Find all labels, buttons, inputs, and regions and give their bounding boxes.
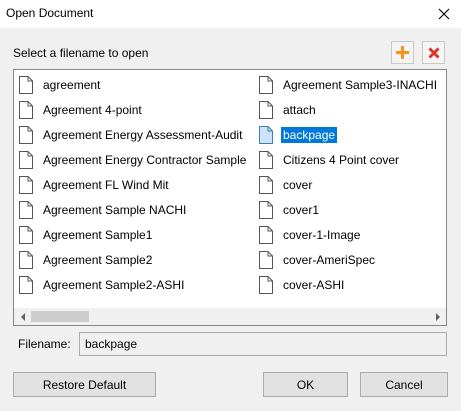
document-icon bbox=[19, 101, 33, 119]
instruction-label: Select a filename to open bbox=[13, 46, 149, 60]
document-icon bbox=[259, 176, 273, 194]
file-item[interactable]: Agreement Sample3-INACHI bbox=[259, 74, 439, 96]
file-name: Agreement Sample NACHI bbox=[43, 203, 187, 217]
document-icon bbox=[259, 201, 273, 219]
close-button[interactable] bbox=[427, 0, 461, 28]
file-item[interactable]: cover-AmeriSpec bbox=[259, 249, 377, 271]
file-name: Agreement 4-point bbox=[43, 103, 142, 117]
file-item[interactable]: Agreement FL Wind Mit bbox=[19, 174, 171, 196]
file-name: attach bbox=[283, 103, 316, 117]
document-icon bbox=[259, 126, 273, 144]
file-name: cover1 bbox=[283, 203, 320, 217]
document-icon bbox=[19, 226, 33, 244]
file-item[interactable]: Agreement Energy Assessment-Audit bbox=[19, 124, 244, 146]
delete-x-icon bbox=[427, 46, 440, 59]
filename-field[interactable]: backpage bbox=[79, 332, 447, 356]
document-icon bbox=[19, 126, 33, 144]
title-bar: Open Document bbox=[0, 0, 461, 28]
file-name: cover-1-Image bbox=[283, 228, 361, 242]
file-name: Agreement Sample1 bbox=[43, 228, 153, 242]
scroll-left-button[interactable] bbox=[14, 308, 31, 325]
window-title: Open Document bbox=[6, 6, 94, 20]
file-name: backpage bbox=[281, 127, 338, 143]
chevron-right-icon bbox=[435, 312, 440, 321]
file-name: Agreement Sample2-ASHI bbox=[43, 278, 185, 292]
document-icon bbox=[259, 151, 273, 169]
close-icon bbox=[438, 8, 450, 20]
file-name: Agreement FL Wind Mit bbox=[43, 178, 169, 192]
file-name: Agreement Sample3-INACHI bbox=[283, 78, 438, 92]
document-icon bbox=[259, 276, 273, 294]
file-name: cover-AmeriSpec bbox=[283, 253, 376, 267]
scroll-thumb[interactable] bbox=[31, 311, 89, 322]
file-name: Citizens 4 Point cover bbox=[283, 153, 400, 167]
add-button[interactable] bbox=[391, 41, 414, 64]
file-item[interactable]: agreement bbox=[19, 74, 102, 96]
ok-button[interactable]: OK bbox=[263, 372, 348, 397]
horizontal-scrollbar[interactable] bbox=[14, 308, 446, 325]
file-item[interactable]: Agreement Energy Contractor Sample bbox=[19, 149, 248, 171]
file-item[interactable]: Agreement Sample1 bbox=[19, 224, 154, 246]
filename-label: Filename: bbox=[18, 337, 71, 351]
file-item[interactable]: cover-1-Image bbox=[259, 224, 362, 246]
file-item[interactable]: Citizens 4 Point cover bbox=[259, 149, 401, 171]
document-icon bbox=[19, 76, 33, 94]
document-icon bbox=[19, 251, 33, 269]
file-item[interactable]: cover bbox=[259, 174, 314, 196]
file-name: Agreement Energy Contractor Sample bbox=[43, 153, 247, 167]
file-name: Agreement Sample2 bbox=[43, 253, 153, 267]
file-item[interactable]: Agreement 4-point bbox=[19, 99, 144, 121]
scroll-right-button[interactable] bbox=[429, 308, 446, 325]
file-item[interactable]: Agreement Sample2-ASHI bbox=[19, 274, 186, 296]
file-item[interactable]: cover-ASHI bbox=[259, 274, 346, 296]
plus-icon bbox=[396, 46, 409, 59]
file-name: cover-ASHI bbox=[283, 278, 345, 292]
document-icon bbox=[259, 226, 273, 244]
cancel-button[interactable]: Cancel bbox=[360, 372, 448, 397]
restore-default-button[interactable]: Restore Default bbox=[13, 372, 156, 397]
document-icon bbox=[259, 251, 273, 269]
file-item[interactable]: attach bbox=[259, 99, 318, 121]
document-icon bbox=[19, 201, 33, 219]
file-name: cover bbox=[283, 178, 313, 192]
file-item[interactable]: backpage bbox=[259, 124, 338, 146]
document-icon bbox=[259, 101, 273, 119]
file-list[interactable]: agreement Agreement 4-point Agreement Ener… bbox=[13, 69, 447, 326]
file-item[interactable]: cover1 bbox=[259, 199, 321, 221]
document-icon bbox=[19, 276, 33, 294]
document-icon bbox=[19, 176, 33, 194]
document-icon bbox=[259, 76, 273, 94]
file-item[interactable]: Agreement Sample NACHI bbox=[19, 199, 188, 221]
document-icon bbox=[19, 151, 33, 169]
file-name: Agreement Energy Assessment-Audit bbox=[43, 128, 243, 142]
file-name: agreement bbox=[43, 78, 101, 92]
chevron-left-icon bbox=[20, 312, 25, 321]
file-item[interactable]: Agreement Sample2 bbox=[19, 249, 154, 271]
delete-button[interactable] bbox=[422, 41, 445, 64]
